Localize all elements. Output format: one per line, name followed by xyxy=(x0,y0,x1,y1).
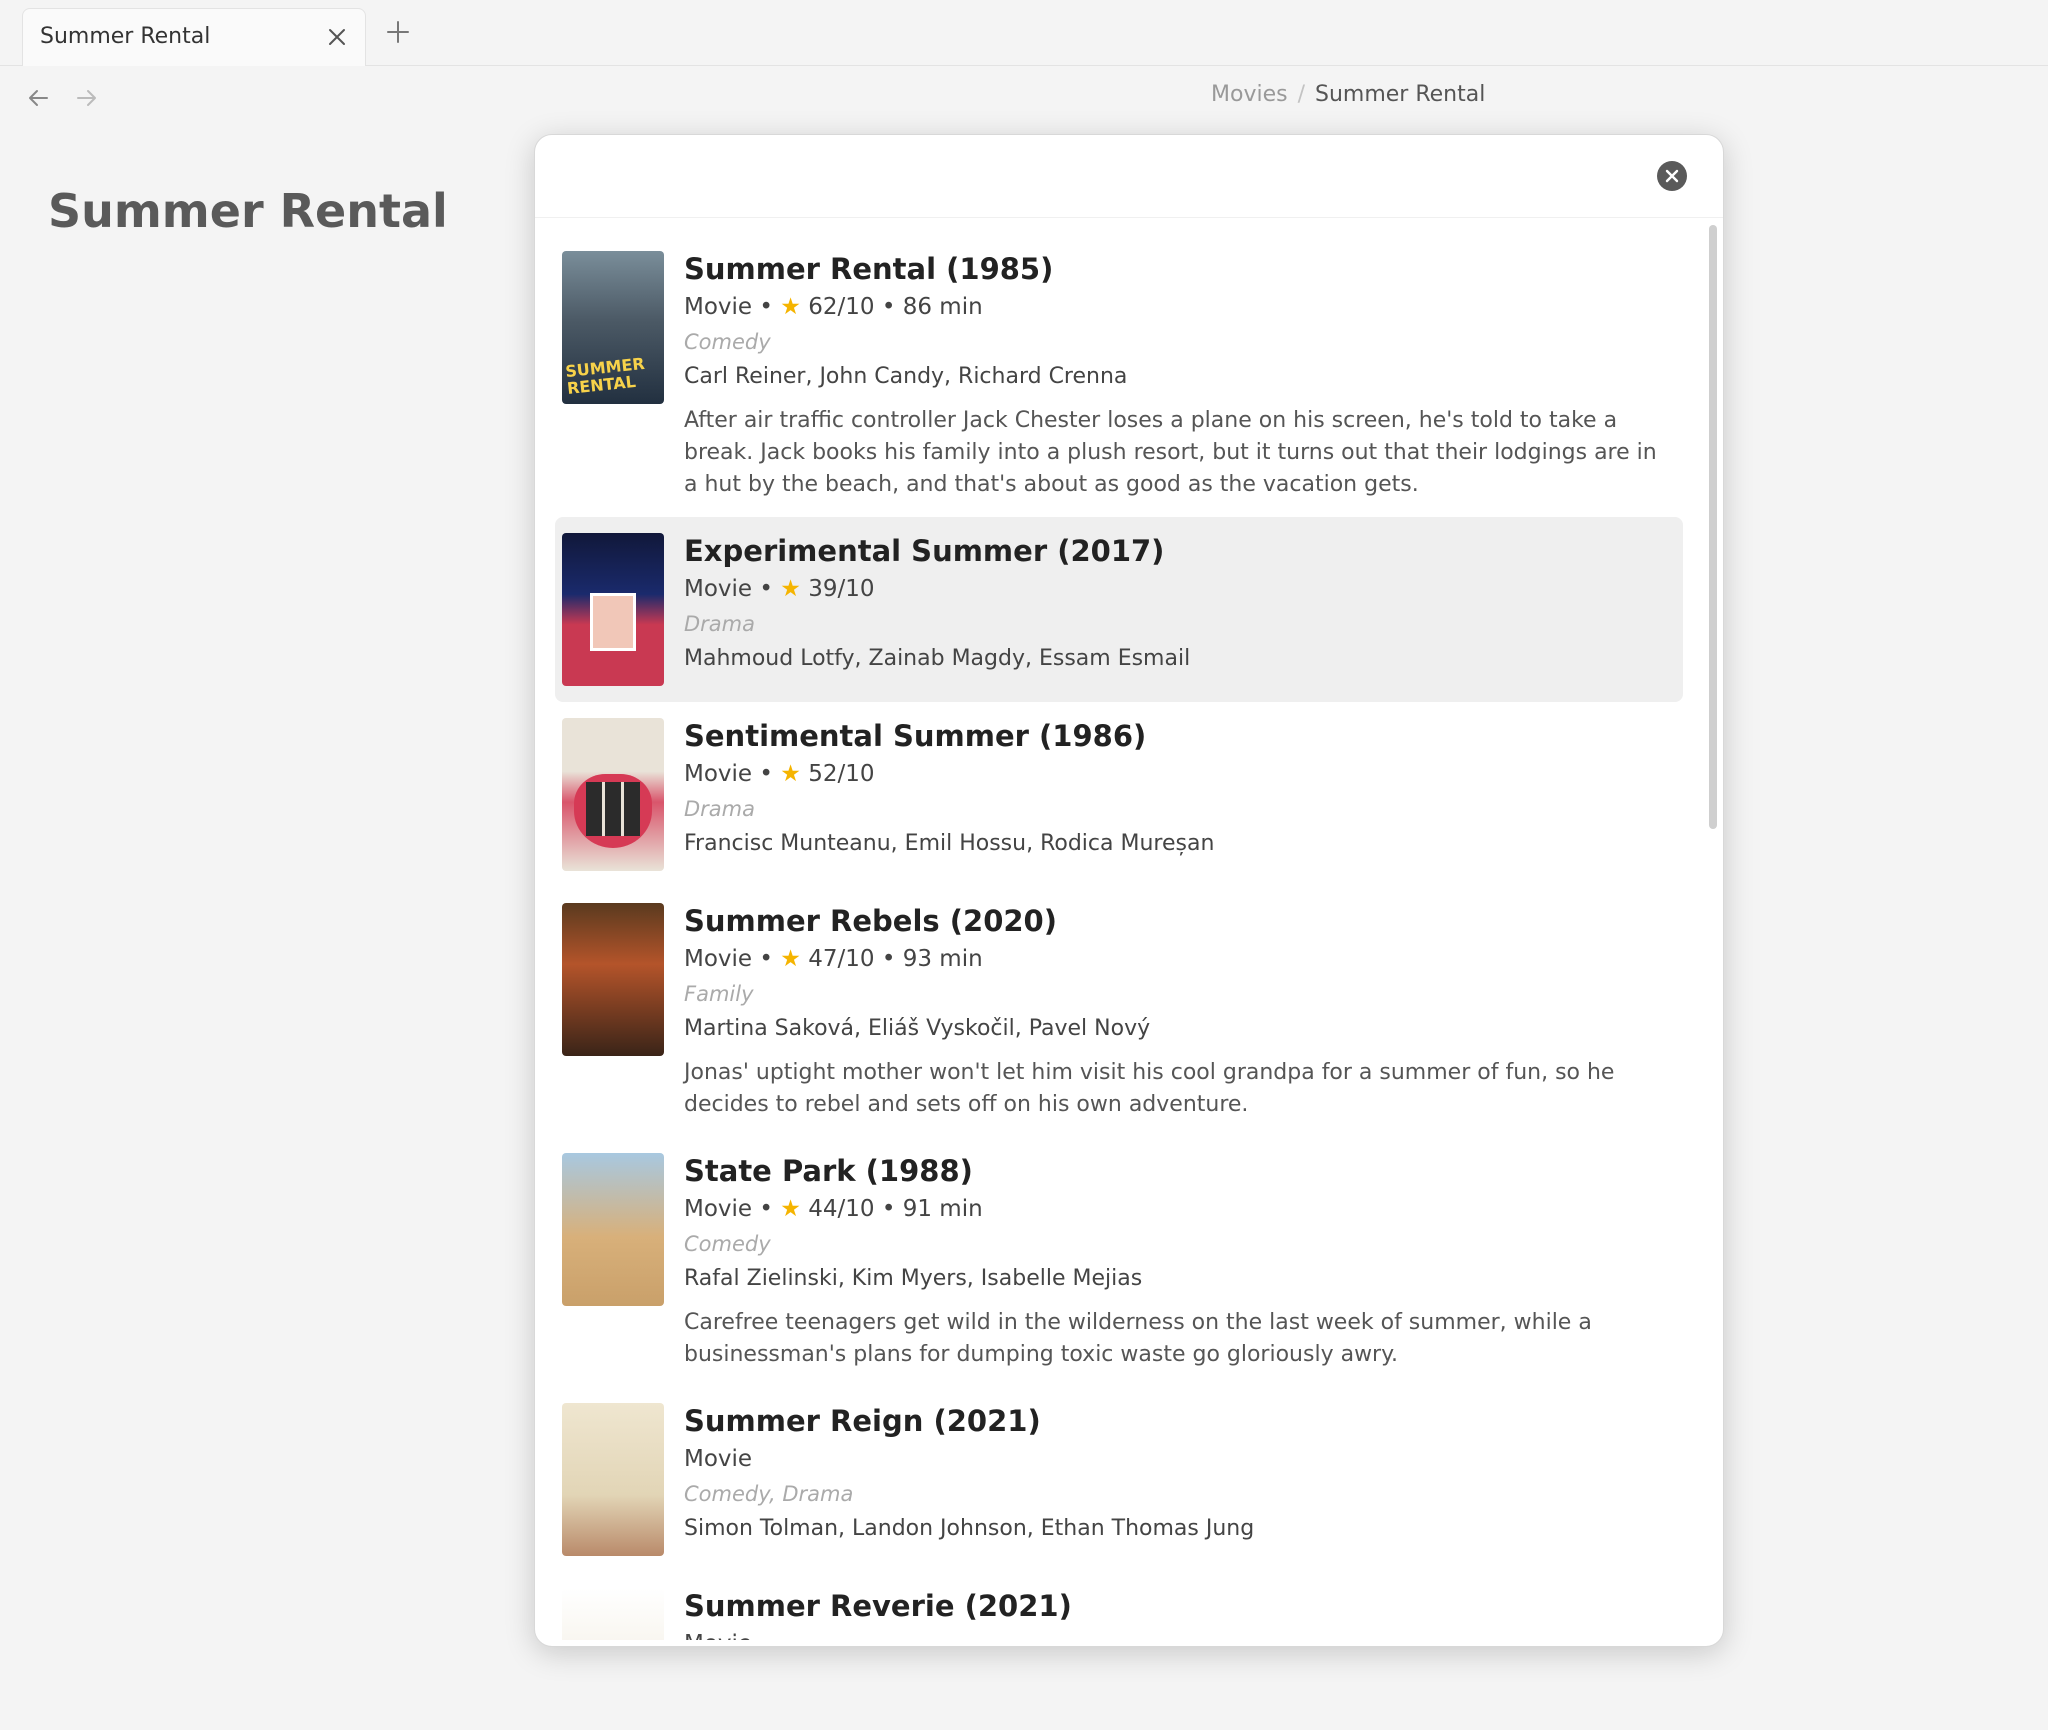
result-title: Summer Reverie (2021) xyxy=(684,1589,1072,1623)
result-type: Movie xyxy=(684,576,753,602)
result-runtime: 93 min xyxy=(902,946,983,972)
result-meta: Movie • ★ 44/10 • 91 min xyxy=(684,1191,1663,1227)
breadcrumb-current: Summer Rental xyxy=(1315,82,1486,107)
breadcrumb: Movies / Summer Rental xyxy=(1211,82,1485,107)
result-type: Movie xyxy=(684,1196,753,1222)
poster-image xyxy=(562,1588,664,1640)
breadcrumb-separator: / xyxy=(1297,82,1305,107)
tab-bar: Summer Rental xyxy=(0,0,2048,66)
result-meta: Movie • ★ 62/10 • 86 min xyxy=(684,289,1663,325)
star-icon: ★ xyxy=(780,1196,801,1222)
scrollbar-thumb[interactable] xyxy=(1709,225,1717,829)
result-genre: Comedy xyxy=(684,1232,771,1256)
list-item[interactable]: SUMMER RENTAL Summer Rental (1985) Movie… xyxy=(555,235,1683,517)
tab-title: Summer Rental xyxy=(40,24,211,49)
meta-separator: • xyxy=(759,294,773,320)
poster-image xyxy=(562,718,664,871)
close-circle-icon[interactable] xyxy=(1657,161,1687,191)
result-type: Movie xyxy=(684,1446,753,1472)
meta-separator: • xyxy=(759,761,773,787)
arrow-right-icon[interactable] xyxy=(73,85,99,111)
meta-separator: • xyxy=(881,946,896,972)
list-item[interactable]: Sentimental Summer (1986) Movie • ★ 52/1… xyxy=(555,702,1683,887)
list-item[interactable]: Summer Reign (2021) Movie Comedy, Drama … xyxy=(555,1387,1683,1572)
result-title: Summer Rental (1985) xyxy=(684,252,1054,286)
close-icon[interactable] xyxy=(325,25,349,49)
result-genre: Family xyxy=(684,982,754,1006)
search-results-modal: SUMMER RENTAL Summer Rental (1985) Movie… xyxy=(534,134,1724,1647)
poster-grid xyxy=(586,782,640,836)
meta-separator: • xyxy=(881,294,896,320)
result-title: State Park (1988) xyxy=(684,1154,973,1188)
list-item[interactable]: State Park (1988) Movie • ★ 44/10 • 91 m… xyxy=(555,1137,1683,1387)
modal-header xyxy=(535,135,1723,218)
result-title: Sentimental Summer (1986) xyxy=(684,719,1147,753)
meta-separator: • xyxy=(759,576,773,602)
list-item[interactable]: Summer Rebels (2020) Movie • ★ 47/10 • 9… xyxy=(555,887,1683,1137)
poster-label: SUMMER RENTAL xyxy=(564,353,646,399)
meta-separator: • xyxy=(759,946,773,972)
result-rating: 39/10 xyxy=(808,576,875,602)
star-icon: ★ xyxy=(780,946,801,972)
star-icon: ★ xyxy=(780,761,801,787)
result-type: Movie xyxy=(684,761,753,787)
result-cast: Rafal Zielinski, Kim Myers, Isabelle Mej… xyxy=(684,1266,1143,1291)
result-cast: Simon Tolman, Landon Johnson, Ethan Thom… xyxy=(684,1516,1255,1541)
poster-image xyxy=(562,533,664,686)
result-type: Movie xyxy=(684,946,753,972)
page-title: Summer Rental xyxy=(48,184,448,238)
tab-active[interactable]: Summer Rental xyxy=(22,8,366,66)
result-runtime: 91 min xyxy=(902,1196,983,1222)
result-cast: Francisc Munteanu, Emil Hossu, Rodica Mu… xyxy=(684,831,1215,856)
result-cast: Mahmoud Lotfy, Zainab Magdy, Essam Esmai… xyxy=(684,646,1191,671)
meta-separator: • xyxy=(881,1196,896,1222)
star-icon: ★ xyxy=(780,576,801,602)
result-genre: Drama xyxy=(684,612,755,636)
arrow-left-icon[interactable] xyxy=(26,85,52,111)
result-meta: Movie • ★ 52/10 xyxy=(684,756,1663,792)
poster-image xyxy=(562,1153,664,1306)
result-meta: Movie xyxy=(684,1626,1663,1640)
result-cast: Carl Reiner, John Candy, Richard Crenna xyxy=(684,364,1128,389)
result-rating: 44/10 xyxy=(808,1196,875,1222)
star-icon: ★ xyxy=(780,294,801,320)
result-description: Carefree teenagers get wild in the wilde… xyxy=(684,1310,1592,1367)
result-type: Movie xyxy=(684,1631,752,1640)
list-item[interactable]: Summer Reverie (2021) Movie xyxy=(555,1572,1683,1640)
result-title: Experimental Summer (2017) xyxy=(684,534,1165,568)
result-rating: 47/10 xyxy=(808,946,875,972)
poster-photo xyxy=(590,593,636,651)
result-meta: Movie • ★ 39/10 xyxy=(684,571,1663,607)
result-genre: Comedy xyxy=(684,330,771,354)
result-title: Summer Rebels (2020) xyxy=(684,904,1057,938)
breadcrumb-parent[interactable]: Movies xyxy=(1211,82,1288,107)
result-meta: Movie xyxy=(684,1441,1663,1477)
poster-image xyxy=(562,903,664,1056)
plus-icon[interactable] xyxy=(384,18,412,46)
result-runtime: 86 min xyxy=(902,294,983,320)
result-rating: 62/10 xyxy=(808,294,875,320)
result-genre: Drama xyxy=(684,797,755,821)
result-cast: Martina Saková, Eliáš Vyskočil, Pavel No… xyxy=(684,1016,1151,1041)
list-item[interactable]: Experimental Summer (2017) Movie • ★ 39/… xyxy=(555,517,1683,702)
result-genre: Comedy, Drama xyxy=(684,1482,854,1506)
result-title: Summer Reign (2021) xyxy=(684,1404,1041,1438)
result-meta: Movie • ★ 47/10 • 93 min xyxy=(684,941,1663,977)
poster-image: SUMMER RENTAL xyxy=(562,251,664,404)
poster-image xyxy=(562,1403,664,1556)
result-description: Jonas' uptight mother won't let him visi… xyxy=(684,1060,1615,1117)
results-list[interactable]: SUMMER RENTAL Summer Rental (1985) Movie… xyxy=(555,235,1683,1640)
result-rating: 52/10 xyxy=(808,761,875,787)
result-description: After air traffic controller Jack Cheste… xyxy=(684,408,1657,497)
result-type: Movie xyxy=(684,294,753,320)
meta-separator: • xyxy=(759,1196,773,1222)
